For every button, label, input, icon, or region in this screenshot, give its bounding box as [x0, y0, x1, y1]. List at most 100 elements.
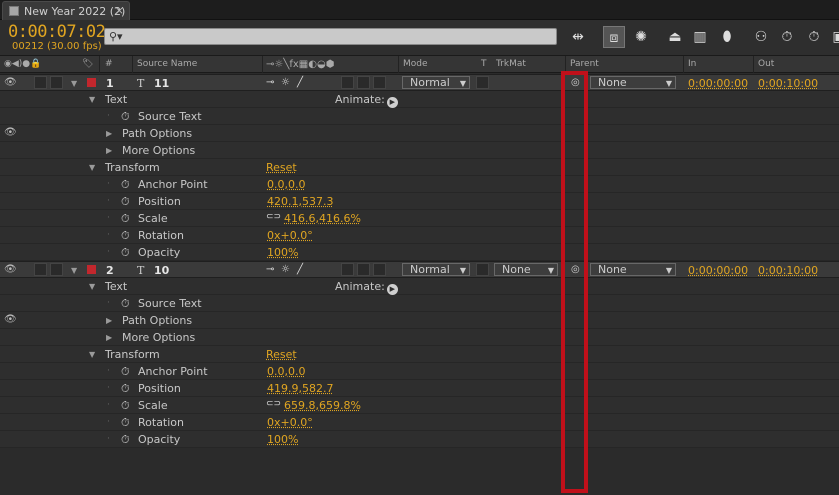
expand-group-icon[interactable]: ▼: [89, 95, 95, 104]
property-row[interactable]: · ⏱ Position 420.1,537.3: [0, 193, 839, 210]
expand-layer-icon[interactable]: ▼: [71, 266, 77, 275]
shy-switch-icon[interactable]: ⊸: [266, 77, 274, 88]
column-header-source-name[interactable]: Source Name: [137, 59, 197, 69]
motion-blur-toggle[interactable]: [341, 76, 354, 89]
reset-link[interactable]: Reset: [266, 161, 297, 174]
shy-switch-icon[interactable]: ⊸: [266, 264, 274, 275]
out-point[interactable]: 0:00:10:00: [758, 77, 818, 90]
mode-dropdown[interactable]: Normal ▼: [402, 76, 470, 89]
property-row[interactable]: · ⏱ Scale ⊂⊃ 659.8,659.8%: [0, 397, 839, 414]
stopwatch-icon[interactable]: ⏱: [121, 229, 130, 243]
property-row[interactable]: · ⏱ Rotation 0x+0.0°: [0, 227, 839, 244]
scale-value[interactable]: 659.8,659.8%: [284, 399, 361, 412]
property-group-path-options[interactable]: 👁 ▶ Path Options: [0, 312, 839, 329]
search-input[interactable]: ⚲▾: [104, 28, 557, 45]
property-row[interactable]: · ⏱ Source Text: [0, 295, 839, 312]
stopwatch-icon[interactable]: ⏱: [121, 212, 130, 226]
lock-toggle[interactable]: [50, 76, 63, 89]
property-group-more-options[interactable]: ▶ More Options: [0, 142, 839, 159]
collapse-switch-icon[interactable]: ☼: [281, 264, 290, 275]
stopwatch-icon[interactable]: ⏱: [121, 416, 130, 430]
brainstorm-icon[interactable]: ⬮: [716, 26, 738, 48]
toggle-panel-icon[interactable]: ▣: [828, 26, 839, 48]
draft-3d-icon[interactable]: ⧈: [603, 26, 625, 48]
expand-group-icon[interactable]: ▼: [89, 350, 95, 359]
collapse-switch-icon[interactable]: ☼: [281, 77, 290, 88]
eye-icon[interactable]: 👁: [4, 314, 17, 325]
adjustment-toggle[interactable]: [357, 263, 370, 276]
eye-icon[interactable]: 👁: [4, 127, 17, 138]
stopwatch-tool-icon[interactable]: ⏱: [776, 26, 798, 48]
property-row[interactable]: · ⏱ Source Text: [0, 108, 839, 125]
stopwatch-icon[interactable]: ⏱: [121, 178, 130, 192]
solo-toggle[interactable]: [34, 263, 47, 276]
property-group-transform[interactable]: ▼ Transform Reset: [0, 346, 839, 363]
property-row[interactable]: · ⏱ Position 419.9,582.7: [0, 380, 839, 397]
stopwatch-icon[interactable]: ⏱: [121, 195, 130, 209]
property-group-text[interactable]: ▼ Text Animate: ▶: [0, 91, 839, 108]
property-row[interactable]: · ⏱ Anchor Point 0.0,0.0: [0, 363, 839, 380]
property-row[interactable]: · ⏱ Scale ⊂⊃ 416.6,416.6%: [0, 210, 839, 227]
stopwatch-icon[interactable]: ⏱: [121, 246, 130, 260]
opacity-value[interactable]: 100%: [267, 433, 298, 446]
stopwatch-icon[interactable]: ⏱: [121, 297, 130, 311]
composition-mini-flowchart-icon[interactable]: ⇹: [567, 26, 589, 48]
expand-group-icon[interactable]: ▶: [106, 333, 112, 342]
expand-layer-icon[interactable]: ▼: [71, 79, 77, 88]
layer-label-color[interactable]: [87, 78, 96, 87]
constrain-proportions-icon[interactable]: ⊂⊃: [266, 212, 281, 222]
mode-dropdown[interactable]: Normal ▼: [402, 263, 470, 276]
expand-group-icon[interactable]: ▶: [106, 316, 112, 325]
property-row[interactable]: · ⏱ Opacity 100%: [0, 244, 839, 261]
motion-blur-icon[interactable]: ▥: [689, 26, 711, 48]
constrain-proportions-icon[interactable]: ⊂⊃: [266, 399, 281, 409]
stopwatch-icon[interactable]: ⏱: [121, 110, 130, 124]
stopwatch-icon[interactable]: ⏱: [121, 365, 130, 379]
expand-group-icon[interactable]: ▼: [89, 163, 95, 172]
preserve-transparency-toggle[interactable]: [476, 76, 489, 89]
3d-layer-toggle[interactable]: [373, 263, 386, 276]
rotation-value[interactable]: 0x+0.0°: [267, 416, 313, 429]
current-time-display[interactable]: 0:00:07:02: [8, 22, 106, 42]
quality-switch-icon[interactable]: ╱: [297, 264, 303, 275]
stopwatch-icon[interactable]: ⏱: [121, 382, 130, 396]
graph-editor-icon[interactable]: ⚇: [750, 26, 772, 48]
auto-keyframe-icon[interactable]: ⏱: [803, 26, 825, 48]
position-value[interactable]: 420.1,537.3: [267, 195, 333, 208]
close-tab-icon[interactable]: ×: [115, 4, 124, 17]
solo-toggle[interactable]: [34, 76, 47, 89]
stopwatch-icon[interactable]: ⏱: [121, 399, 130, 413]
property-group-more-options[interactable]: ▶ More Options: [0, 329, 839, 346]
anchor-point-value[interactable]: 0.0,0.0: [267, 178, 305, 191]
layer-name[interactable]: 10: [154, 264, 169, 277]
expand-group-icon[interactable]: ▶: [106, 146, 112, 155]
property-group-path-options[interactable]: 👁 ▶ Path Options: [0, 125, 839, 142]
adjustment-toggle[interactable]: [357, 76, 370, 89]
reset-link[interactable]: Reset: [266, 348, 297, 361]
property-group-transform[interactable]: ▼ Transform Reset: [0, 159, 839, 176]
property-row[interactable]: · ⏱ Opacity 100%: [0, 431, 839, 448]
lock-toggle[interactable]: [50, 263, 63, 276]
scale-value[interactable]: 416.6,416.6%: [284, 212, 361, 225]
preserve-transparency-toggle[interactable]: [476, 263, 489, 276]
eye-icon[interactable]: 👁: [4, 77, 17, 88]
opacity-value[interactable]: 100%: [267, 246, 298, 259]
hide-shy-layers-icon[interactable]: ✺: [630, 26, 652, 48]
trkmat-dropdown[interactable]: None ▼: [494, 263, 558, 276]
layer-row[interactable]: 👁 ▼ 2 T 10 ⊸ ☼ ╱ Normal ▼ None ▼ ◎ None ▼ 0…: [0, 261, 839, 278]
property-group-text[interactable]: ▼ Text Animate: ▶: [0, 278, 839, 295]
expand-group-icon[interactable]: ▶: [106, 129, 112, 138]
animate-menu[interactable]: Animate: ▶: [335, 280, 398, 295]
composition-tab[interactable]: New Year 2022 (2) ×: [2, 1, 130, 20]
in-point[interactable]: 0:00:00:00: [688, 77, 748, 90]
property-row[interactable]: · ⏱ Anchor Point 0.0,0.0: [0, 176, 839, 193]
layer-label-color[interactable]: [87, 265, 96, 274]
property-row[interactable]: · ⏱ Rotation 0x+0.0°: [0, 414, 839, 431]
parent-dropdown[interactable]: None ▼: [590, 263, 676, 276]
layer-row[interactable]: 👁 ▼ 1 T 11 ⊸ ☼ ╱ Normal ▼ ◎ None ▼ 0:00:00…: [0, 74, 839, 91]
rotation-value[interactable]: 0x+0.0°: [267, 229, 313, 242]
frame-blending-icon[interactable]: ⏏: [664, 26, 686, 48]
eye-icon[interactable]: 👁: [4, 264, 17, 275]
motion-blur-toggle[interactable]: [341, 263, 354, 276]
in-point[interactable]: 0:00:00:00: [688, 264, 748, 277]
